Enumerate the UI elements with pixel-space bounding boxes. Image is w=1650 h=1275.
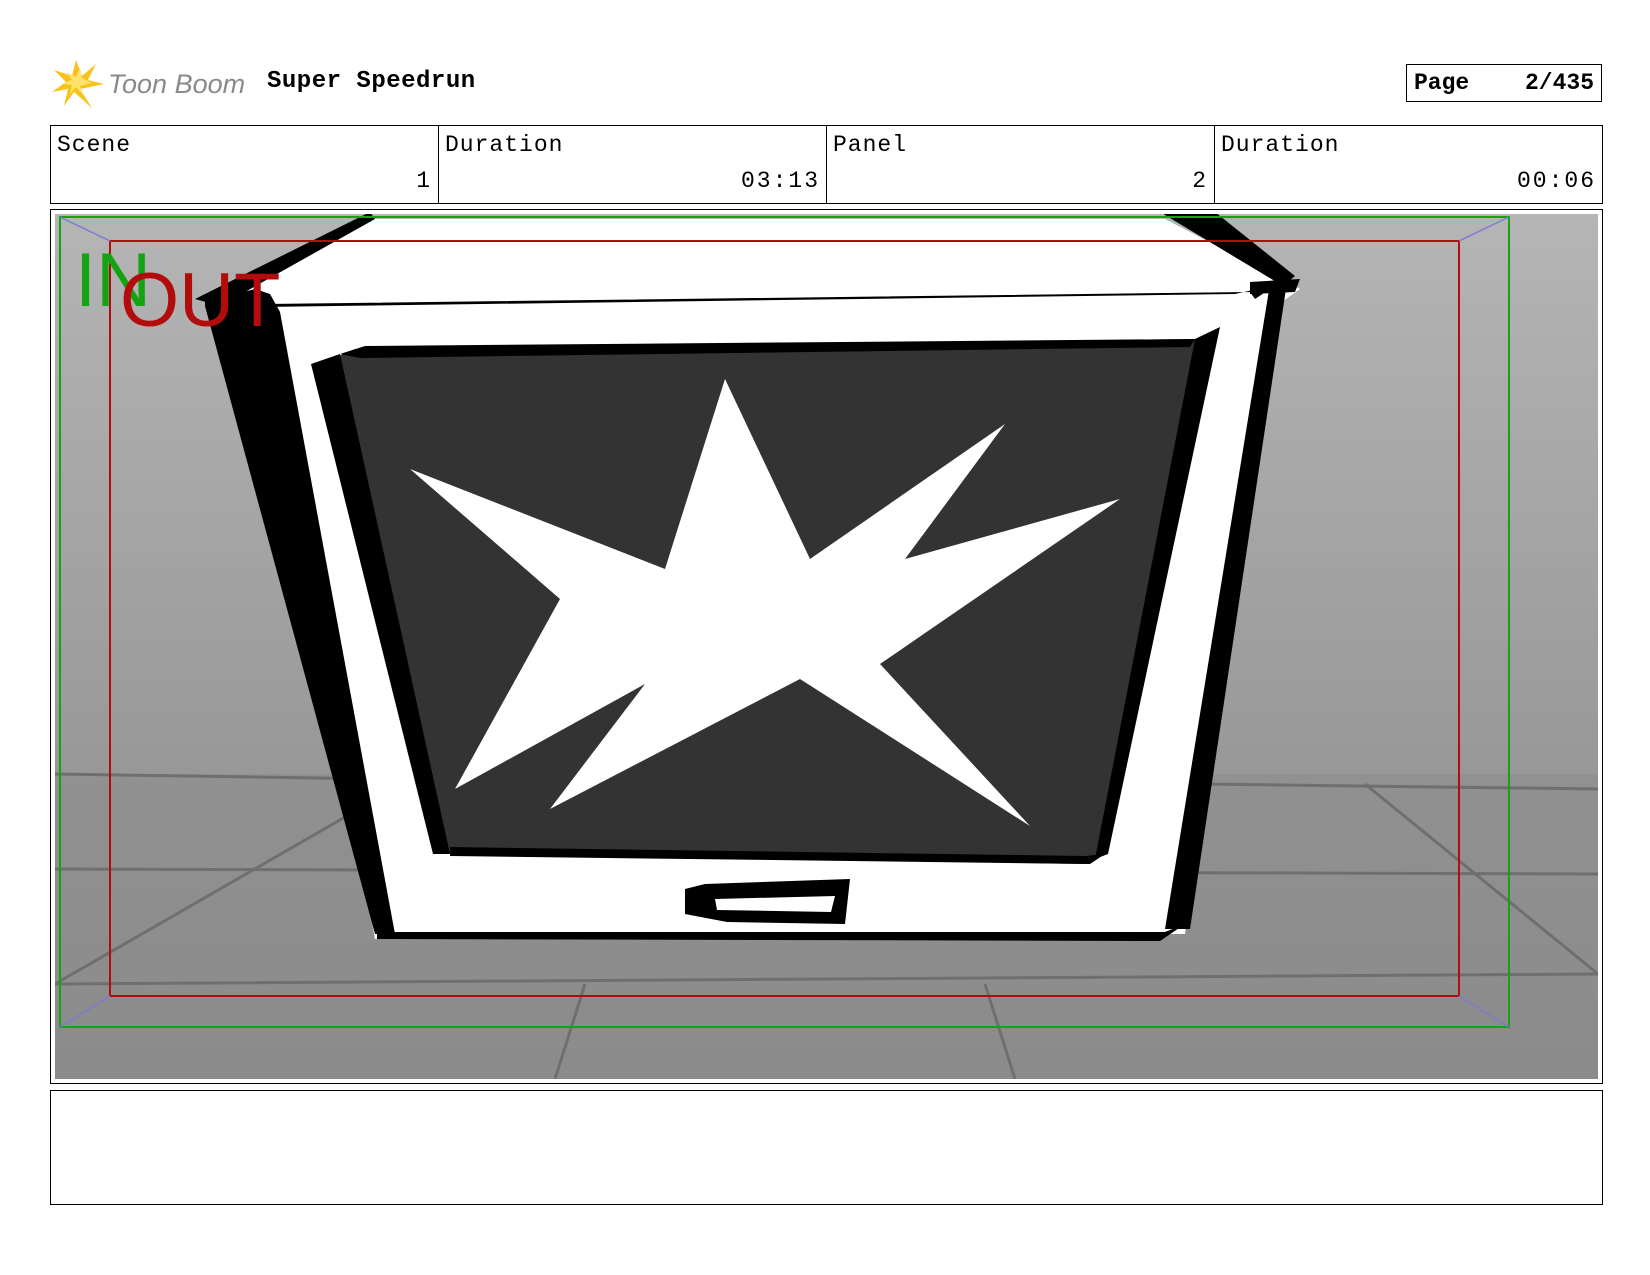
scene-label: Scene [57,132,132,158]
project-title: Super Speedrun [267,68,476,95]
scene-duration-label: Duration [445,132,564,158]
panel-value: 2 [1192,168,1208,194]
panel-label: Panel [833,132,908,158]
scene-duration-value: 03:13 [740,168,820,194]
panel-duration-label: Duration [1221,132,1340,158]
scene-duration-cell: Duration 03:13 [439,126,827,203]
panel-cell: Panel 2 [827,126,1215,203]
storyboard-panel: IN OUT [50,209,1603,1084]
starburst-icon [52,60,104,108]
toon-boom-logo: Toon Boom [52,56,252,112]
logo-wordmark: Toon Boom [108,69,245,99]
field-out-label: OUT [120,258,280,343]
panel-info-row: Scene 1 Duration 03:13 Panel 2 Duration … [50,125,1603,204]
panel-notes-box [50,1090,1603,1205]
page-label: Page [1414,70,1470,96]
page-number: 2/435 [1524,70,1594,96]
panel-drawing: IN OUT [55,214,1598,1079]
scene-value: 1 [416,168,432,194]
page-indicator: Page 2/435 [1406,64,1602,102]
panel-duration-cell: Duration 00:06 [1215,126,1602,203]
scene-cell: Scene 1 [51,126,439,203]
tv-monitor [195,214,1300,941]
panel-duration-value: 00:06 [1516,168,1596,194]
